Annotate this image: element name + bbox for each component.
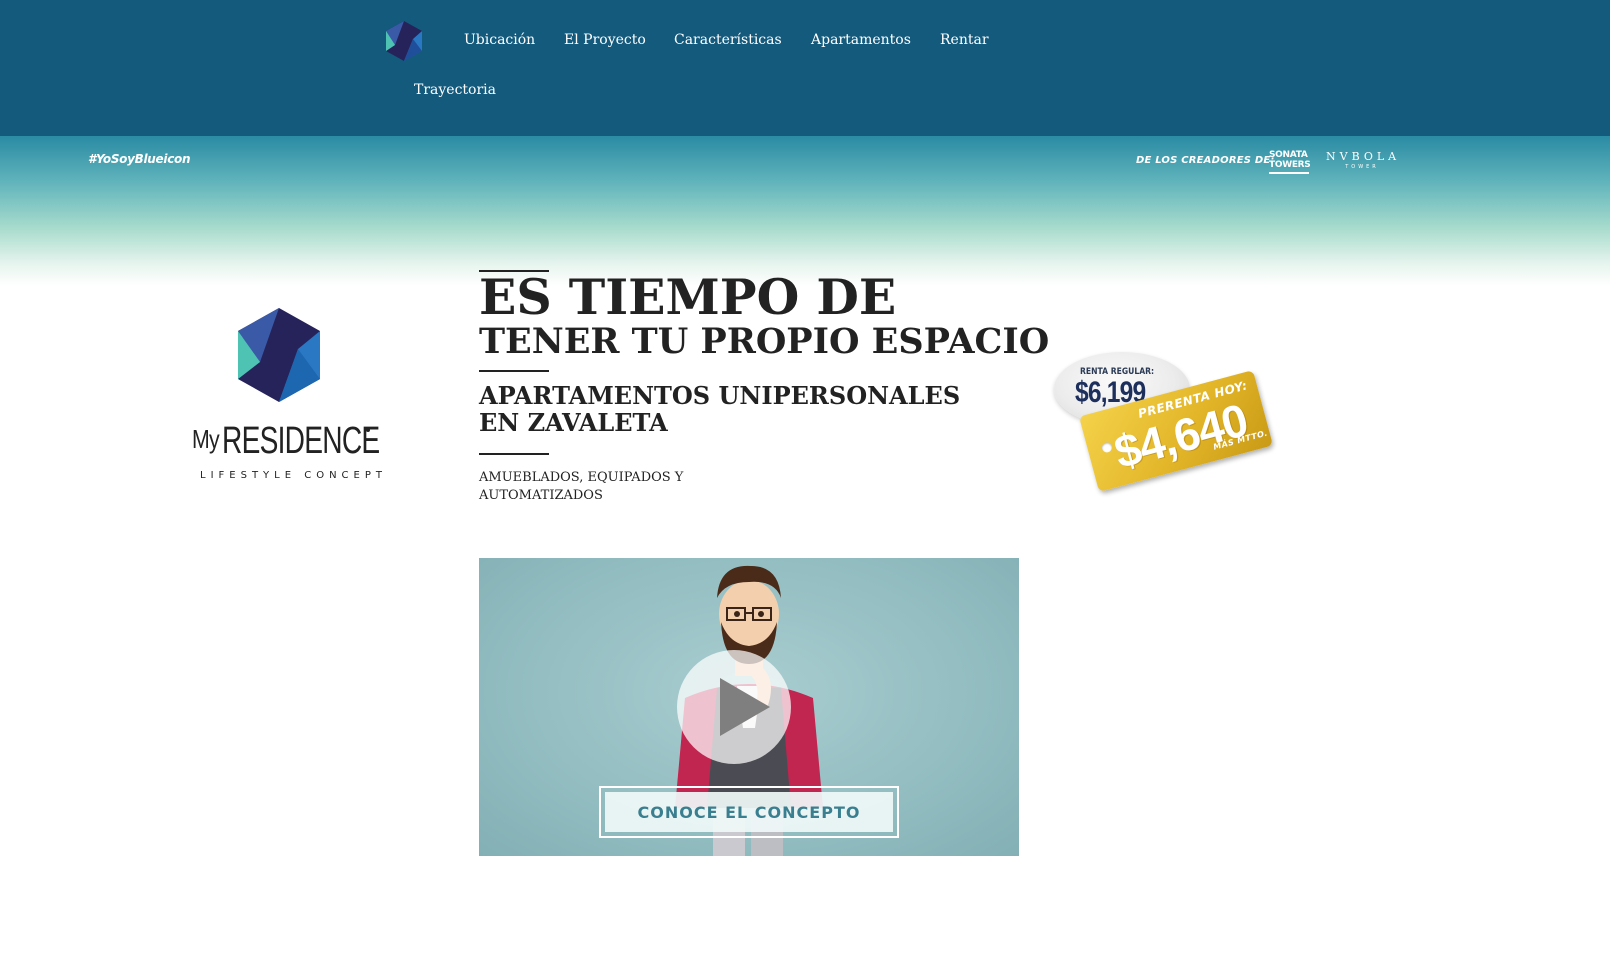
nav-link-rentar[interactable]: Rentar: [940, 32, 989, 48]
nvbola-logo-line2: TOWER: [1345, 164, 1379, 170]
logo-hexagon-icon[interactable]: [384, 20, 424, 62]
hero-features-line2: AUTOMATIZADOS: [479, 488, 603, 503]
brand-residence-text: RESIDENCE: [222, 420, 380, 462]
nav-link-trayectoria[interactable]: Trayectoria: [414, 82, 496, 98]
concept-video-player[interactable]: CONOCE EL CONCEPTO: [479, 558, 1019, 856]
sonata-logo-underline: [1269, 172, 1309, 174]
sonata-logo-line1: SONATA: [1269, 150, 1308, 160]
video-play-button[interactable]: [677, 650, 791, 764]
hero-subtitle-line1: APARTAMENTOS UNIPERSONALES: [479, 381, 961, 410]
hero-features-line1: AMUEBLADOS, EQUIPADOS Y: [479, 470, 684, 485]
creators-label: DE LOS CREADORES DE:: [1136, 155, 1275, 166]
hashtag-text: #YoSoyBlueicon: [88, 152, 191, 166]
concept-cta-button[interactable]: CONOCE EL CONCEPTO: [599, 786, 899, 838]
sonata-logo-line2: TOWERS: [1269, 160, 1311, 170]
brand-dot: [366, 428, 370, 432]
brand-my-text: My: [192, 424, 220, 454]
hero-title-line1: ES TIEMPO DE: [479, 268, 897, 326]
play-icon: [720, 678, 770, 736]
headline-rule-bottom: [479, 453, 549, 455]
concept-cta-inner: CONOCE EL CONCEPTO: [605, 792, 893, 832]
brand-hexagon-icon: [238, 308, 320, 402]
sonata-towers-logo[interactable]: SONATA TOWERS: [1269, 150, 1314, 176]
headline-rule-middle: [479, 370, 549, 372]
nav-link-apartamentos[interactable]: Apartamentos: [811, 32, 911, 48]
brand-tagline: LIFESTYLE CONCEPT: [200, 470, 387, 481]
nav-link-ubicacion[interactable]: Ubicación: [464, 32, 535, 48]
concept-cta-label: CONOCE EL CONCEPTO: [637, 802, 861, 822]
hero-subtitle-line2: EN ZAVALETA: [479, 408, 668, 437]
nav-link-caracteristicas[interactable]: Características: [674, 32, 782, 48]
nav-link-el-proyecto[interactable]: El Proyecto: [564, 32, 646, 48]
nvbola-tower-logo[interactable]: NVBOLA TOWER: [1326, 150, 1398, 171]
hero-title-line2: TENER TU PROPIO ESPACIO: [479, 321, 1050, 362]
nvbola-logo-line1: NVBOLA: [1326, 150, 1401, 163]
top-navigation-bar: Ubicación El Proyecto Características Ap…: [0, 0, 1610, 136]
